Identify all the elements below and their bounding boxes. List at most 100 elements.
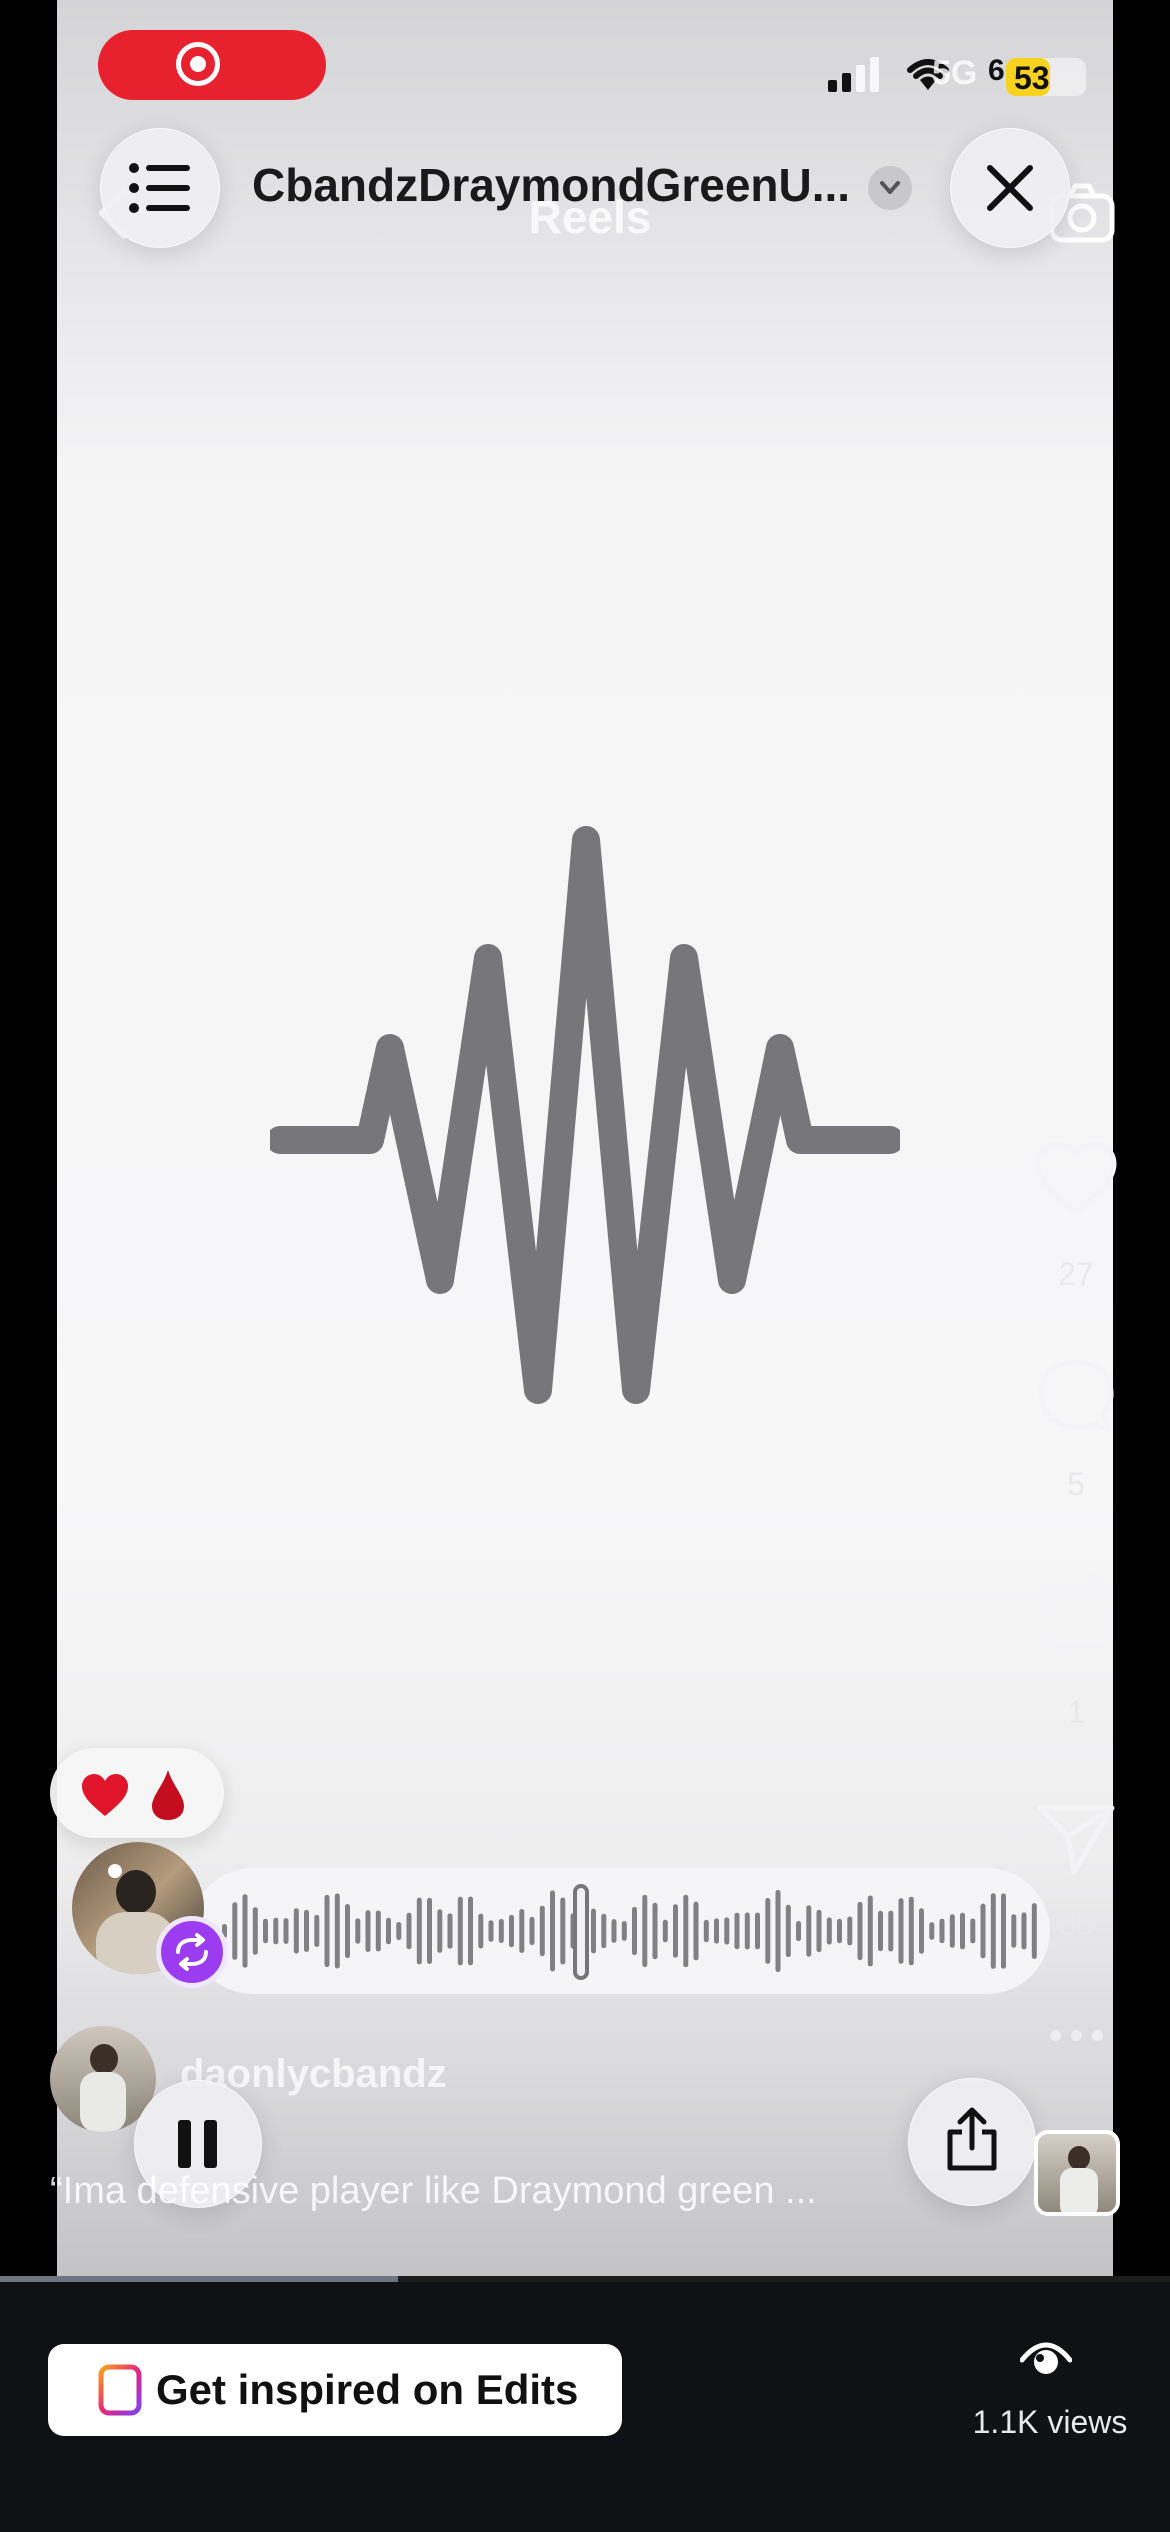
waveform-bar bbox=[693, 1901, 699, 1961]
post-caption[interactable]: “Ima defensive player like Draymond gree… bbox=[50, 2170, 930, 2213]
repost-icon[interactable] bbox=[1036, 1570, 1116, 1658]
status-bar: 5G 6 53 bbox=[820, 40, 1090, 100]
quick-reactions-pill[interactable] bbox=[50, 1748, 224, 1838]
waveform-bar bbox=[888, 1910, 894, 1952]
edits-label: Get inspired on Edits bbox=[156, 2366, 579, 2413]
waveform-bar bbox=[949, 1914, 955, 1948]
audio-thumbnail[interactable] bbox=[1034, 2130, 1120, 2216]
waveform-bar bbox=[683, 1894, 689, 1968]
waveform-bar bbox=[355, 1918, 361, 1944]
comment-bubble-icon[interactable] bbox=[1036, 1356, 1116, 1436]
waveform-bar bbox=[591, 1908, 596, 1954]
waveform-bar bbox=[1021, 1912, 1027, 1950]
waveform-bar bbox=[478, 1913, 484, 1949]
waveform-bar bbox=[929, 1922, 935, 1940]
waveform-bar bbox=[283, 1918, 289, 1944]
waveform-bar bbox=[488, 1920, 494, 1942]
waveform-bar bbox=[427, 1897, 432, 1964]
waveform-bar bbox=[806, 1905, 812, 1957]
waveform-bar bbox=[755, 1912, 760, 1950]
like-heart-icon[interactable] bbox=[1034, 1140, 1118, 1216]
waveform-bar bbox=[837, 1918, 842, 1944]
waveform-bar bbox=[919, 1908, 924, 1954]
waveform-bar bbox=[519, 1909, 525, 1953]
waveform-bar bbox=[662, 1919, 668, 1943]
waveform-bar bbox=[765, 1898, 771, 1964]
audio-waveform-icon bbox=[270, 826, 900, 1404]
waveform-bar bbox=[242, 1894, 248, 1968]
waveform-bar bbox=[980, 1903, 986, 1959]
waveform-bar bbox=[1031, 1903, 1037, 1959]
waveform-bar bbox=[703, 1919, 709, 1943]
chevron-down-icon bbox=[880, 181, 900, 194]
waveform-bar bbox=[970, 1918, 976, 1944]
waveform-bar bbox=[857, 1901, 863, 1961]
waveform-bar bbox=[437, 1909, 443, 1953]
views-count: 1.1K views bbox=[972, 2404, 1128, 2440]
waveform-bar bbox=[796, 1921, 801, 1942]
waveform-bar bbox=[263, 1918, 268, 1944]
waveform-bar bbox=[775, 1889, 781, 1973]
views-eye-icon bbox=[1020, 2342, 1072, 2374]
waveform-bar bbox=[416, 1897, 422, 1965]
waveform-bar bbox=[960, 1912, 965, 1950]
edits-logo-icon bbox=[98, 2364, 142, 2416]
more-options-icon[interactable] bbox=[1050, 2028, 1106, 2042]
waveform-bar bbox=[365, 1910, 371, 1952]
waveform-bar bbox=[908, 1896, 914, 1966]
queue-list-button[interactable] bbox=[100, 128, 220, 248]
list-icon bbox=[129, 163, 190, 213]
waveform-bar bbox=[601, 1913, 607, 1949]
blood-drop-reaction-icon[interactable] bbox=[150, 1768, 186, 1822]
waveform-bar bbox=[611, 1919, 617, 1943]
waveform-bar bbox=[724, 1917, 730, 1945]
waveform-bar bbox=[867, 1895, 873, 1967]
share-send-icon[interactable] bbox=[1036, 1800, 1116, 1876]
audio-scrubber[interactable] bbox=[190, 1868, 1050, 1994]
waveform-bar bbox=[457, 1896, 463, 1966]
waveform-bar bbox=[252, 1907, 258, 1955]
waveform-bar bbox=[560, 1897, 566, 1965]
waveform-bar bbox=[652, 1902, 658, 1960]
waveform-bar bbox=[734, 1912, 740, 1950]
scrubber-playhead[interactable] bbox=[573, 1884, 589, 1980]
waveform-bar bbox=[406, 1912, 412, 1950]
pause-icon bbox=[178, 2120, 218, 2168]
screen-recording-indicator[interactable] bbox=[98, 30, 326, 100]
time-overlay: 6 bbox=[988, 54, 1005, 87]
waveform-bar bbox=[314, 1914, 320, 1947]
waveform-bar bbox=[447, 1913, 453, 1949]
battery-level: 53 bbox=[1014, 60, 1050, 96]
waveform-bar bbox=[898, 1898, 904, 1964]
waveform-bar bbox=[334, 1893, 340, 1969]
waveform-bar bbox=[498, 1918, 504, 1943]
repost-count: 1 bbox=[1067, 1694, 1085, 1730]
close-button[interactable] bbox=[950, 128, 1070, 248]
remix-badge[interactable] bbox=[156, 1916, 228, 1988]
waveform-bar bbox=[714, 1918, 719, 1944]
waveform-bar bbox=[878, 1910, 883, 1952]
waveform-bar bbox=[1011, 1914, 1017, 1948]
scrubber-waveform[interactable] bbox=[220, 1878, 1040, 1984]
network-type: 5G bbox=[932, 54, 978, 92]
comment-count: 5 bbox=[1067, 1466, 1085, 1502]
waveform-bar bbox=[293, 1908, 299, 1954]
get-inspired-on-edits-button[interactable]: Get inspired on Edits bbox=[48, 2344, 622, 2436]
heart-reaction-icon[interactable] bbox=[80, 1772, 130, 1818]
close-icon bbox=[987, 165, 1033, 211]
waveform-bar bbox=[847, 1916, 853, 1946]
waveform-bar bbox=[642, 1894, 648, 1968]
waveform-bar bbox=[826, 1917, 832, 1945]
title-dropdown-button[interactable] bbox=[868, 166, 912, 210]
waveform-bar bbox=[386, 1917, 391, 1945]
waveform-bar bbox=[939, 1918, 945, 1944]
waveform-bar bbox=[1001, 1893, 1006, 1969]
share-upload-icon bbox=[947, 2107, 997, 2171]
waveform-bar bbox=[468, 1896, 473, 1966]
waveform-bar bbox=[990, 1893, 996, 1969]
waveform-bar bbox=[632, 1906, 637, 1956]
cellular-signal-icon bbox=[828, 57, 879, 92]
audio-title[interactable]: CbandzDraymondGreenU... bbox=[252, 158, 852, 212]
waveform-bar bbox=[304, 1909, 309, 1952]
waveform-bar bbox=[324, 1894, 330, 1968]
